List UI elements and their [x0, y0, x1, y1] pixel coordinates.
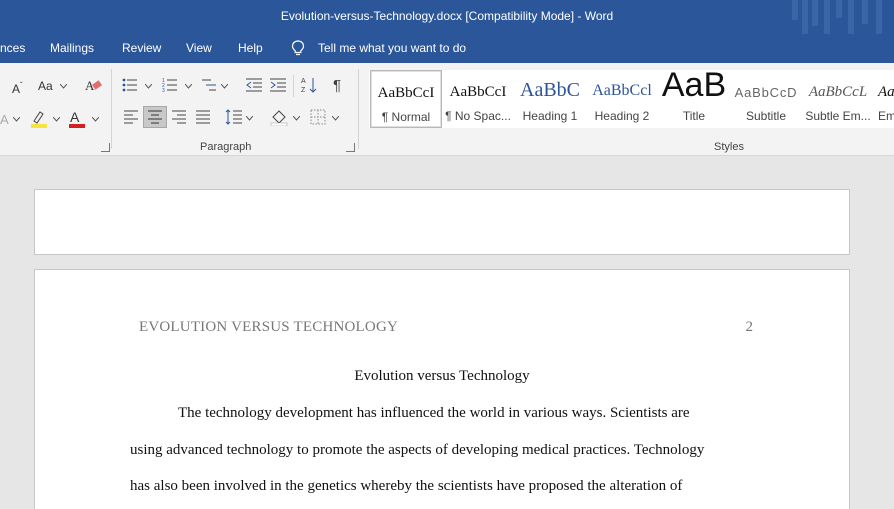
chevron-down-icon[interactable]: [145, 84, 152, 89]
chevron-down-icon[interactable]: [293, 116, 300, 121]
highlight-color-icon[interactable]: [30, 109, 48, 129]
style-normal[interactable]: AaBbCcI ¶ Normal: [370, 70, 442, 128]
body-line: has also been involved in the genetics w…: [130, 478, 683, 494]
paragraph-dialog-launcher[interactable]: [346, 143, 355, 152]
borders-icon[interactable]: [310, 109, 326, 125]
change-case-btn[interactable]: Aa: [38, 78, 53, 94]
sort-icon[interactable]: A Z: [301, 76, 317, 94]
tab-review[interactable]: Review: [122, 41, 161, 55]
numbering-icon[interactable]: 123: [162, 77, 178, 93]
ribbon: Aˇ Aa A A A 123 A Z ¶ Paragraph AaBbCcI …: [0, 63, 894, 156]
window-title: Evolution-versus-Technology.docx [Compat…: [280, 9, 614, 23]
align-center-icon: [148, 110, 162, 124]
style-subtitle[interactable]: AaBbCcD Subtitle: [730, 70, 802, 128]
increase-indent-icon[interactable]: [269, 77, 287, 93]
title-bar: Evolution-versus-Technology.docx [Compat…: [0, 0, 894, 34]
tab-mailings[interactable]: Mailings: [50, 41, 94, 55]
style-heading-2[interactable]: AaBbCcl Heading 2: [586, 70, 658, 128]
svg-text:Z: Z: [301, 87, 306, 94]
ribbon-tabs: nces Mailings Review View Help Tell me w…: [0, 34, 894, 63]
style-subtle-emphasis[interactable]: AaBbCcL Subtle Em...: [802, 70, 874, 128]
align-center-button[interactable]: [143, 106, 167, 128]
running-head: EVOLUTION VERSUS TECHNOLOGY: [139, 319, 399, 335]
svg-text:¶: ¶: [333, 77, 341, 93]
chevron-down-icon[interactable]: [60, 84, 67, 89]
chevron-down-icon[interactable]: [185, 84, 192, 89]
body-line: The technology development has influence…: [178, 405, 690, 421]
text-effects-icon[interactable]: A: [0, 111, 10, 127]
document-page-2[interactable]: EVOLUTION VERSUS TECHNOLOGY 2 Evolution …: [34, 269, 850, 509]
chevron-down-icon[interactable]: [332, 116, 339, 121]
style-no-spacing[interactable]: AaBbCcI ¶ No Spac...: [442, 70, 514, 128]
group-separator: [358, 69, 359, 149]
tab-help[interactable]: Help: [238, 41, 263, 55]
page-number: 2: [745, 319, 754, 335]
chevron-down-icon[interactable]: [13, 117, 20, 122]
styles-gallery: AaBbCcI ¶ Normal AaBbCcI ¶ No Spac... Aa…: [369, 70, 894, 128]
document-title: Evolution versus Technology: [354, 368, 530, 384]
chevron-down-icon[interactable]: [92, 117, 99, 122]
style-title[interactable]: AaB Title: [658, 70, 730, 128]
group-separator: [111, 69, 112, 149]
pilcrow-icon[interactable]: ¶: [333, 77, 345, 93]
svg-text:3: 3: [162, 88, 165, 93]
line-spacing-icon[interactable]: [225, 108, 243, 126]
body-line: using advanced technology to promote the…: [130, 442, 705, 458]
align-left-icon[interactable]: [123, 110, 139, 124]
decrease-indent-icon[interactable]: [245, 77, 263, 93]
svg-text:A: A: [0, 112, 9, 127]
svg-text:A: A: [70, 109, 80, 125]
document-page-1[interactable]: [34, 189, 850, 255]
align-right-icon[interactable]: [171, 110, 187, 124]
lightbulb-icon: [291, 40, 305, 56]
tell-me-search[interactable]: Tell me what you want to do: [318, 41, 466, 55]
group-separator: [293, 75, 294, 97]
chevron-down-icon[interactable]: [53, 117, 60, 122]
shading-icon[interactable]: [270, 108, 288, 126]
justify-icon[interactable]: [195, 110, 211, 124]
clear-formatting-icon[interactable]: A: [85, 77, 103, 93]
font-color-icon[interactable]: A: [68, 109, 86, 129]
bullets-icon[interactable]: [122, 77, 138, 93]
chevron-down-icon[interactable]: [246, 116, 253, 121]
tab-references[interactable]: nces: [0, 41, 25, 55]
tab-view[interactable]: View: [186, 41, 212, 55]
paragraph-group-label: Paragraph: [200, 141, 252, 153]
highlight-swatch: [31, 124, 47, 128]
styles-group-label: Styles: [714, 141, 744, 153]
multilevel-list-icon[interactable]: [201, 77, 217, 93]
chevron-down-icon[interactable]: [221, 84, 228, 89]
svg-text:A: A: [301, 78, 306, 85]
style-heading-1[interactable]: AaBbC Heading 1: [514, 70, 586, 128]
font-dialog-launcher[interactable]: [101, 143, 110, 152]
style-emphasis[interactable]: Aa Em: [874, 70, 894, 128]
title-bar-decoration: [784, 0, 894, 34]
font-size-btn[interactable]: Aˇ: [12, 78, 23, 97]
